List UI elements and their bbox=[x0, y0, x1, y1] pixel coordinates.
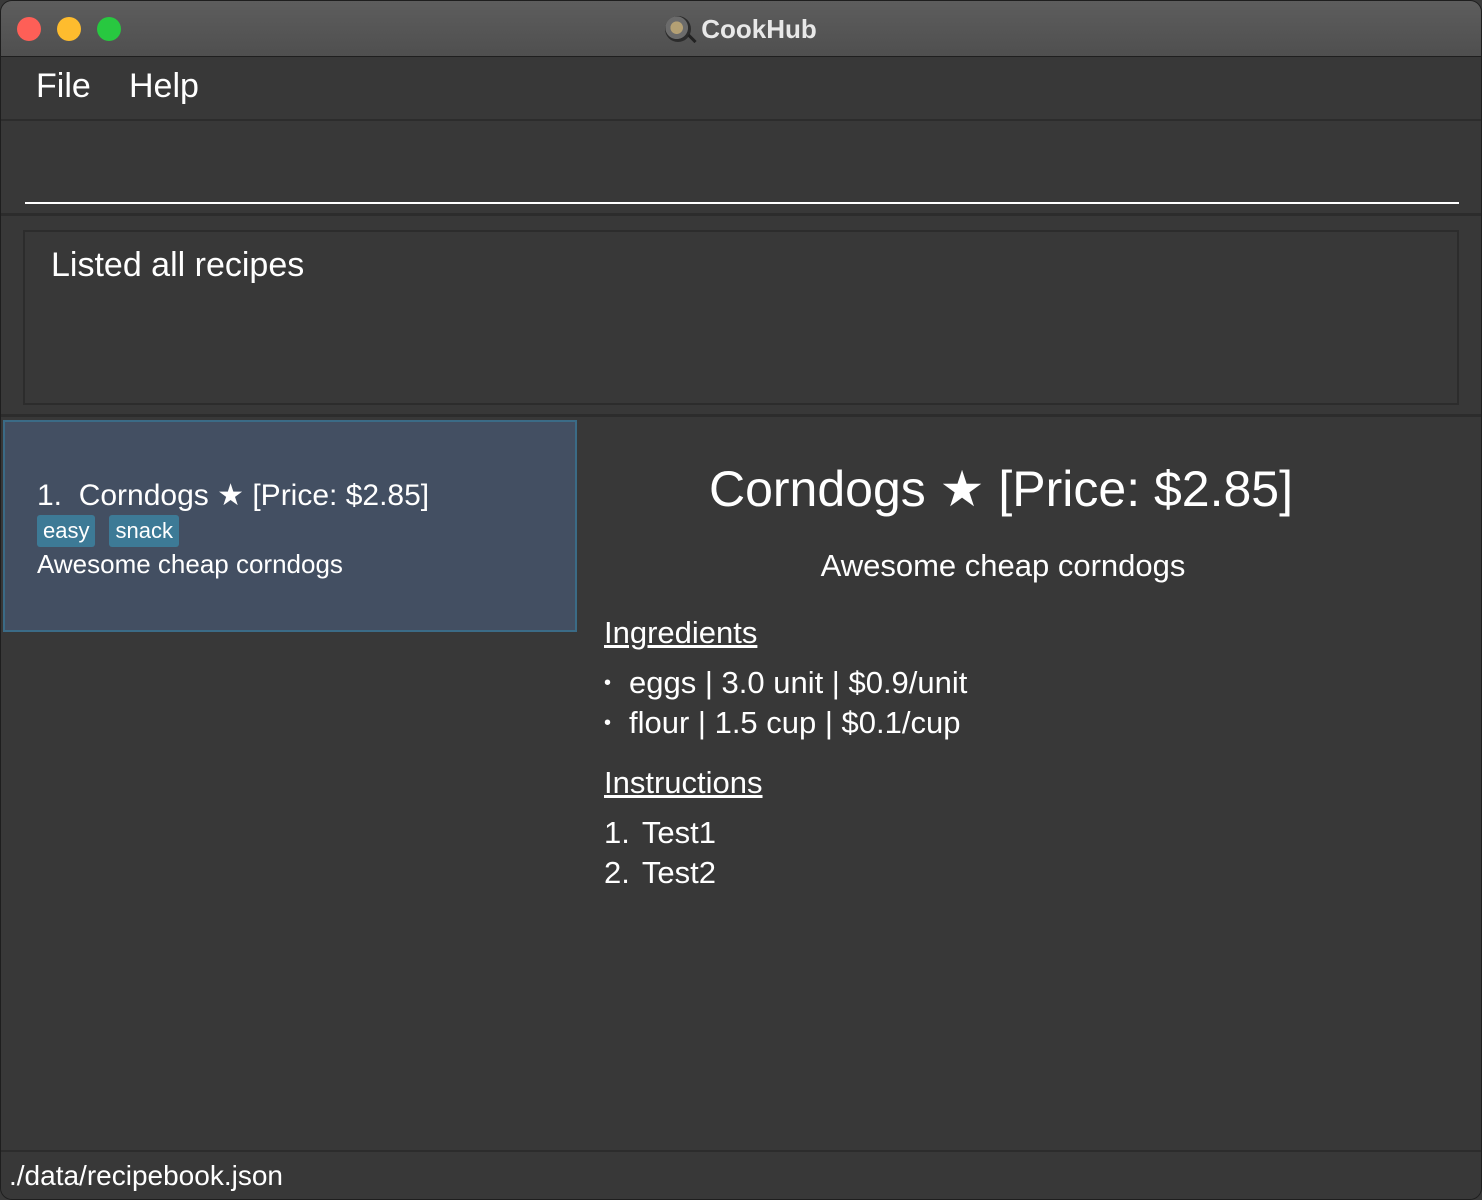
result-message: Listed all recipes bbox=[51, 246, 305, 284]
menu-help[interactable]: Help bbox=[129, 67, 199, 106]
instruction-number: 2. bbox=[604, 855, 630, 890]
app-window: CookHub File Help Listed all recipes 1. … bbox=[0, 0, 1482, 1200]
recipe-detail-title: Corndogs ★ [Price: $2.85] bbox=[708, 461, 1293, 517]
recipe-detail-description: Awesome cheap corndogs bbox=[820, 548, 1186, 583]
bullet-icon: • bbox=[604, 672, 612, 694]
recipe-card-tags: easy snack bbox=[37, 515, 179, 547]
ingredient-text: flour | 1.5 cup | $0.1/cup bbox=[629, 705, 961, 740]
instruction-text: Test1 bbox=[641, 815, 716, 850]
data-file-path: ./data/recipebook.json bbox=[9, 1160, 283, 1191]
tag-badge: snack bbox=[109, 515, 179, 547]
recipe-card-index: 1. bbox=[37, 479, 63, 512]
recipe-list-panel: 1. Corndogs ★ [Price: $2.85] easy snack … bbox=[1, 418, 579, 1151]
command-input[interactable] bbox=[25, 142, 1459, 204]
ingredient-item: • flour | 1.5 cup | $0.1/cup bbox=[604, 703, 967, 743]
section-divider bbox=[1, 414, 1481, 417]
window-title: CookHub bbox=[701, 13, 817, 44]
tag-badge: easy bbox=[37, 515, 96, 547]
instruction-text: Test2 bbox=[641, 855, 716, 890]
recipe-card-title: 1. Corndogs ★ [Price: $2.85] bbox=[37, 478, 429, 513]
menu-bar: File Help bbox=[1, 57, 1481, 121]
command-box bbox=[1, 122, 1481, 216]
app-logo-icon bbox=[665, 16, 692, 42]
title-bar[interactable]: CookHub bbox=[1, 1, 1481, 57]
ingredient-item: • eggs | 3.0 unit | $0.9/unit bbox=[604, 663, 967, 703]
ingredient-text: eggs | 3.0 unit | $0.9/unit bbox=[629, 665, 968, 700]
instruction-item: 2. Test2 bbox=[604, 853, 716, 893]
recipe-list-item[interactable]: 1. Corndogs ★ [Price: $2.85] easy snack … bbox=[3, 420, 577, 632]
instruction-number: 1. bbox=[604, 815, 630, 850]
recipe-detail-panel: Corndogs ★ [Price: $2.85] Awesome cheap … bbox=[579, 418, 1481, 1151]
window-title-group: CookHub bbox=[1, 1, 1481, 57]
recipe-card-description: Awesome cheap corndogs bbox=[37, 549, 343, 579]
status-bar: ./data/recipebook.json bbox=[1, 1150, 1481, 1199]
menu-file[interactable]: File bbox=[36, 67, 91, 106]
bullet-icon: • bbox=[604, 712, 612, 734]
ingredients-list: • eggs | 3.0 unit | $0.9/unit • flour | 1.… bbox=[604, 663, 967, 743]
ingredients-heading: Ingredients bbox=[604, 615, 758, 650]
result-display: Listed all recipes bbox=[23, 230, 1459, 405]
instructions-list: 1. Test1 2. Test2 bbox=[604, 813, 716, 893]
recipe-card-name: Corndogs ★ [Price: $2.85] bbox=[78, 479, 430, 512]
instructions-heading: Instructions bbox=[604, 765, 763, 800]
instruction-item: 1. Test1 bbox=[604, 813, 716, 853]
